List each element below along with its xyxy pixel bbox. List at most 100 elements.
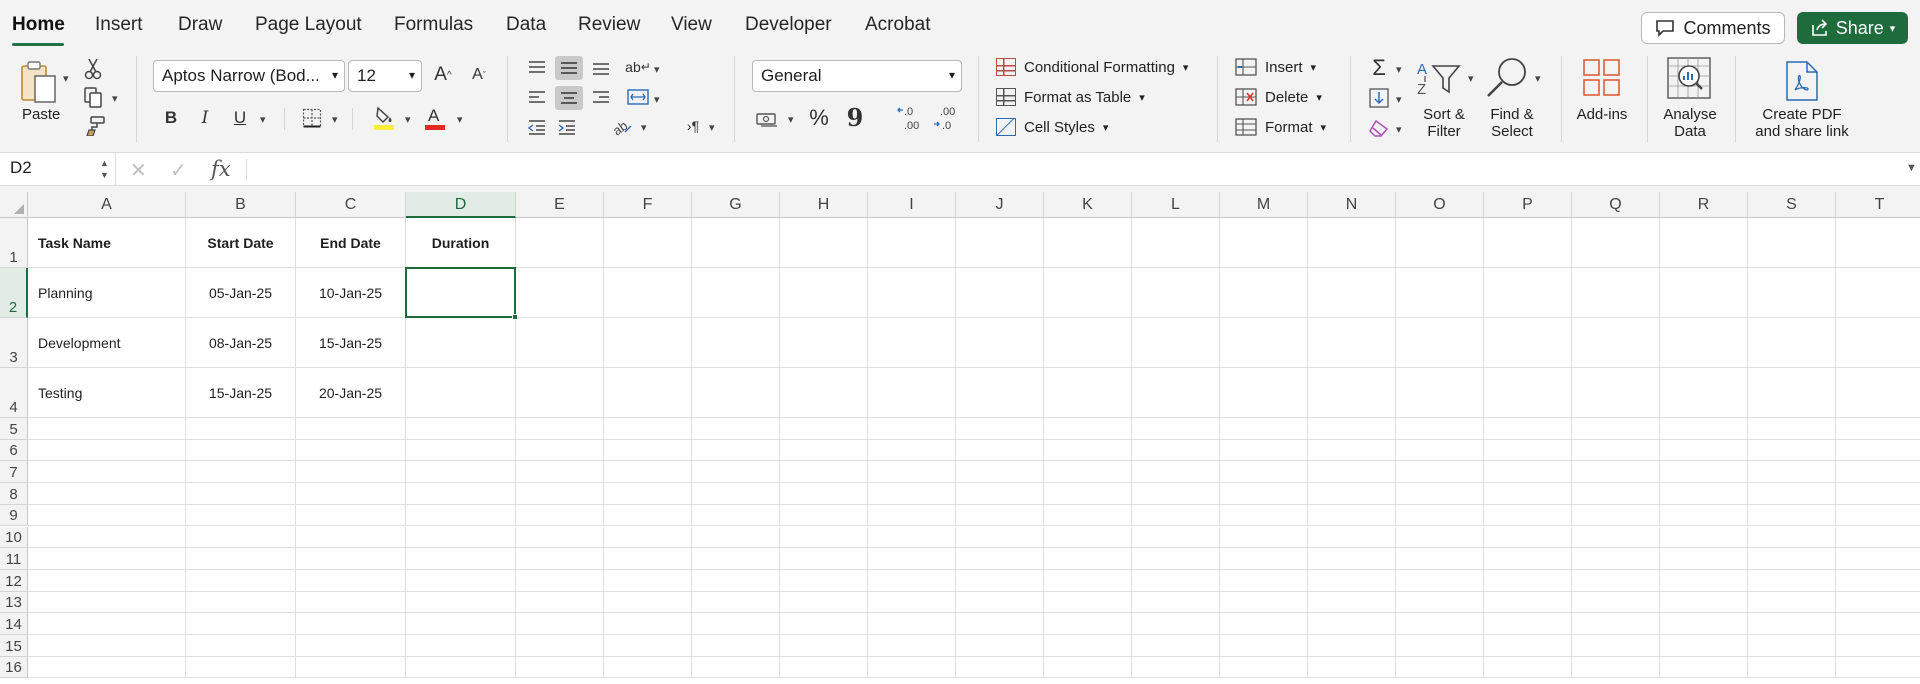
column-header-i[interactable]: I <box>868 192 956 218</box>
cell-r4[interactable] <box>1660 368 1748 418</box>
column-header-l[interactable]: L <box>1132 192 1220 218</box>
cell-p16[interactable] <box>1484 656 1572 679</box>
find-select-icon[interactable] <box>1484 56 1530 102</box>
bold-button[interactable]: B <box>160 107 182 129</box>
cell-c5[interactable] <box>296 418 406 440</box>
cell-k15[interactable] <box>1044 635 1132 657</box>
cell-b11[interactable] <box>186 548 296 570</box>
cell-n2[interactable] <box>1308 268 1396 318</box>
cell-b13[interactable] <box>186 591 296 614</box>
row-header-13[interactable]: 13 <box>0 591 28 614</box>
cell-p15[interactable] <box>1484 635 1572 657</box>
cell-r15[interactable] <box>1660 635 1748 657</box>
cell-b3[interactable]: 08-Jan-25 <box>186 318 296 368</box>
tab-view[interactable]: View <box>671 14 712 36</box>
cell-a14[interactable] <box>28 613 186 635</box>
cell-a10[interactable] <box>28 526 186 549</box>
cell-n12[interactable] <box>1308 569 1396 592</box>
cell-m14[interactable] <box>1220 613 1308 635</box>
cell-p4[interactable] <box>1484 368 1572 418</box>
cell-d9[interactable] <box>406 504 516 527</box>
cell-q12[interactable] <box>1572 569 1660 592</box>
cell-s8[interactable] <box>1748 483 1836 505</box>
cell-t6[interactable] <box>1836 440 1920 462</box>
cell-e11[interactable] <box>516 548 604 570</box>
cell-c1[interactable]: End Date <box>296 218 406 268</box>
cell-r1[interactable] <box>1660 218 1748 268</box>
cell-f4[interactable] <box>604 368 692 418</box>
share-button[interactable]: Share ▾ <box>1797 12 1908 44</box>
cell-b16[interactable] <box>186 656 296 679</box>
cell-m9[interactable] <box>1220 504 1308 527</box>
tab-developer[interactable]: Developer <box>745 14 832 36</box>
cell-p13[interactable] <box>1484 591 1572 614</box>
cell-b15[interactable] <box>186 635 296 657</box>
cell-c4[interactable]: 20-Jan-25 <box>296 368 406 418</box>
cell-styles-button[interactable]: Cell Styles ▾ <box>996 118 1108 136</box>
cell-j10[interactable] <box>956 526 1044 549</box>
cell-c3[interactable]: 15-Jan-25 <box>296 318 406 368</box>
cell-f8[interactable] <box>604 483 692 505</box>
cell-f14[interactable] <box>604 613 692 635</box>
cell-g14[interactable] <box>692 613 780 635</box>
fill-color-icon[interactable] <box>372 105 396 131</box>
cell-p10[interactable] <box>1484 526 1572 549</box>
fill-icon[interactable] <box>1367 86 1391 110</box>
cell-f3[interactable] <box>604 318 692 368</box>
cell-l14[interactable] <box>1132 613 1220 635</box>
cell-a5[interactable] <box>28 418 186 440</box>
format-as-table-button[interactable]: Format as Table ▾ <box>996 88 1145 106</box>
row-header-6[interactable]: 6 <box>0 439 28 462</box>
cell-e16[interactable] <box>516 656 604 679</box>
find-select-chevron-down-icon[interactable]: ▾ <box>1535 72 1541 85</box>
cell-p2[interactable] <box>1484 268 1572 318</box>
cell-k5[interactable] <box>1044 418 1132 440</box>
cell-n10[interactable] <box>1308 526 1396 549</box>
cell-s6[interactable] <box>1748 439 1836 462</box>
cell-q2[interactable] <box>1572 268 1660 318</box>
cell-i12[interactable] <box>868 569 956 592</box>
cell-r7[interactable] <box>1660 461 1748 484</box>
cell-t4[interactable] <box>1836 368 1920 418</box>
cell-s12[interactable] <box>1748 569 1836 592</box>
cell-k13[interactable] <box>1044 591 1132 614</box>
cell-b1[interactable]: Start Date <box>186 218 296 268</box>
cell-a6[interactable] <box>28 439 186 462</box>
font-color-icon[interactable]: A <box>423 105 447 131</box>
cell-r8[interactable] <box>1660 483 1748 505</box>
cell-s1[interactable] <box>1748 218 1836 268</box>
cell-k1[interactable] <box>1044 218 1132 268</box>
cell-b10[interactable] <box>186 526 296 549</box>
paste-icon[interactable] <box>18 60 60 104</box>
cell-i11[interactable] <box>868 548 956 570</box>
align-center-icon[interactable] <box>555 86 583 110</box>
cell-d3[interactable] <box>406 318 516 368</box>
column-header-g[interactable]: G <box>692 192 780 218</box>
cell-l6[interactable] <box>1132 439 1220 462</box>
cell-g8[interactable] <box>692 483 780 505</box>
cell-n1[interactable] <box>1308 218 1396 268</box>
cell-j2[interactable] <box>956 268 1044 318</box>
cell-m10[interactable] <box>1220 526 1308 549</box>
cell-m1[interactable] <box>1220 218 1308 268</box>
cell-r13[interactable] <box>1660 591 1748 614</box>
cell-q1[interactable] <box>1572 218 1660 268</box>
font-name-dropdown[interactable]: Aptos Narrow (Bod... ▾ <box>153 60 345 92</box>
cell-i7[interactable] <box>868 461 956 484</box>
cell-i14[interactable] <box>868 613 956 635</box>
row-header-9[interactable]: 9 <box>0 504 28 527</box>
column-header-c[interactable]: C <box>296 192 406 218</box>
sort-filter-chevron-down-icon[interactable]: ▾ <box>1468 72 1474 85</box>
text-orientation-chevron-down-icon[interactable]: ▾ <box>641 121 647 134</box>
cell-f7[interactable] <box>604 461 692 484</box>
cell-m11[interactable] <box>1220 548 1308 570</box>
cell-p9[interactable] <box>1484 504 1572 527</box>
row-header-4[interactable]: 4 <box>0 368 28 418</box>
cell-a15[interactable] <box>28 635 186 657</box>
row-header-3[interactable]: 3 <box>0 318 28 368</box>
cell-n11[interactable] <box>1308 548 1396 570</box>
cell-k10[interactable] <box>1044 526 1132 549</box>
text-direction-chevron-down-icon[interactable]: ▾ <box>709 121 715 134</box>
format-painter-icon[interactable] <box>82 115 106 137</box>
cell-g15[interactable] <box>692 635 780 657</box>
